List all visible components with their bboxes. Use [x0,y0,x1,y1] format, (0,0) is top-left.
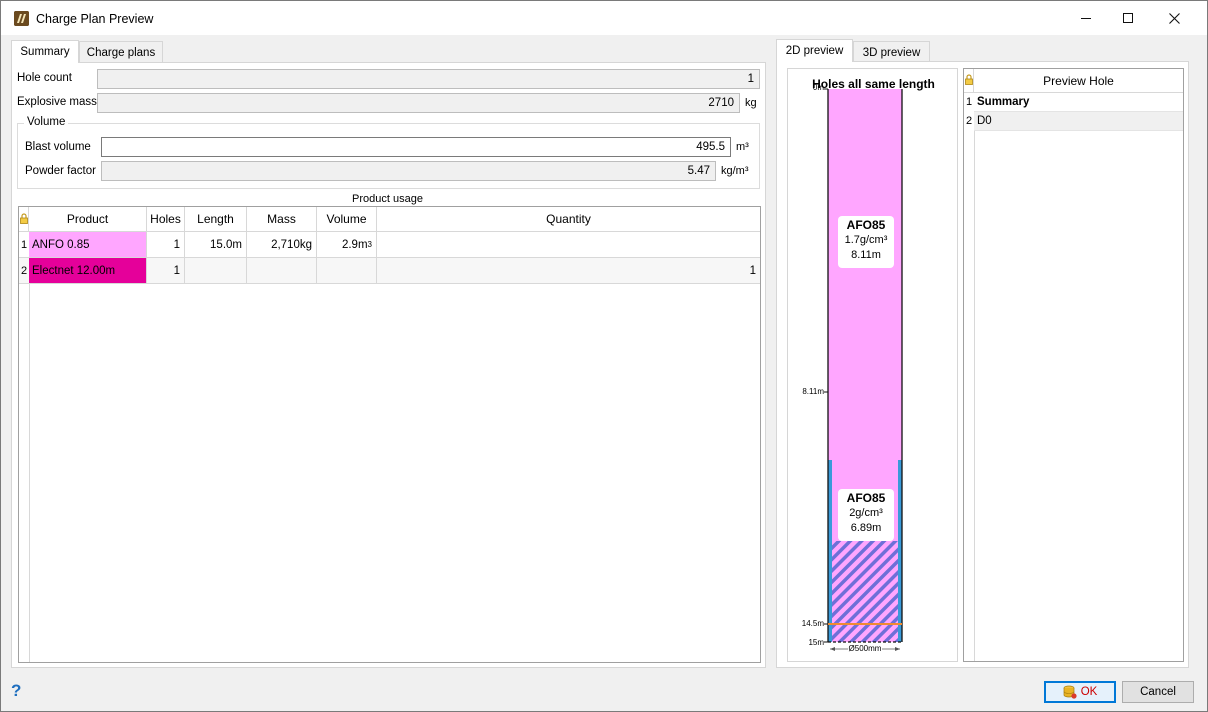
hole-diagram [824,88,903,651]
tab-2d-preview[interactable]: 2D preview [776,39,853,62]
tab-3d-preview[interactable]: 3D preview [853,41,930,63]
depth-label-top: 0m [812,83,824,92]
powder-factor-unit: kg/m³ [721,165,749,177]
maximize-button[interactable] [1105,1,1151,35]
column-header-mass[interactable]: Mass [247,207,317,232]
row-number: 2 [965,115,973,127]
powder-factor-field: 5.47 [101,161,716,181]
column-header-length[interactable]: Length [185,207,247,232]
quantity-cell[interactable]: 1 [377,258,760,284]
row-header-divider [29,284,30,662]
deck-length: 8.11m [851,249,881,261]
column-header-holes[interactable]: Holes [147,207,185,232]
preview-hole-header[interactable]: Preview Hole [974,69,1183,93]
explosive-mass-field: 2710 [97,93,740,113]
ok-button[interactable]: OK [1044,681,1116,703]
close-button[interactable] [1151,1,1197,35]
preview-hole-row-summary[interactable]: Summary [974,93,1183,112]
preview-hole-table: Preview Hole 1 Summary 2 D0 [963,68,1184,662]
length-cell[interactable]: 15.0m [185,232,247,258]
column-header-quantity[interactable]: Quantity [377,207,760,232]
deck-label-lower: AFO85 2g/cm³ 6.89m [838,489,894,541]
length-cell[interactable] [185,258,247,284]
lock-icon [965,74,973,85]
product-cell[interactable]: ANFO 0.85 [29,232,147,258]
title-bar: Charge Plan Preview [1,1,1207,35]
holes-cell[interactable]: 1 [147,258,185,284]
tab-summary-label: Summary [20,46,70,58]
product-cell[interactable]: Electnet 12.00m [29,258,147,284]
depth-label-bottom: 15m [808,638,824,647]
holes-cell[interactable]: 1 [147,232,185,258]
preview-hole-corner [964,69,974,93]
blast-volume-unit: m³ [736,141,749,153]
hole-count-field: 1 [97,69,760,89]
blast-volume-input[interactable]: 495.5 [101,137,731,157]
diameter-label: Ø500mm [847,644,883,653]
deck-density: 2g/cm³ [849,507,883,519]
lower-deck [832,541,898,642]
deck-density: 1.7g/cm³ [844,234,888,246]
volume-cell[interactable]: 2.9m 3 [317,232,377,258]
quantity-cell[interactable] [377,232,760,258]
mass-cell[interactable] [247,258,317,284]
deck-length: 6.89m [850,522,882,534]
volume-exponent: 3 [367,240,372,249]
minimize-icon [1081,18,1091,19]
database-icon [1063,685,1077,699]
minimize-button[interactable] [1063,1,1109,35]
preview-panel: Holes all same length 0m 8.11m 14.5m 15m… [776,61,1189,668]
volume-value: 2.9m [341,238,368,251]
hole-diagram-area: Holes all same length 0m 8.11m 14.5m 15m… [787,68,958,662]
cancel-button[interactable]: Cancel [1122,681,1194,703]
mass-cell[interactable]: 2,710kg [247,232,317,258]
product-usage-table: Product Holes Length Mass Volume Quantit… [18,206,761,663]
ok-label: OK [1080,686,1098,698]
row-header-divider [974,131,975,661]
summary-panel: Hole count 1 Explosive mass 2710 kg Volu… [11,62,766,668]
column-header-volume[interactable]: Volume [317,207,377,232]
column-header-product[interactable]: Product [29,207,147,232]
explosive-mass-unit: kg [745,97,757,109]
help-icon[interactable]: ? [11,682,27,700]
row-number: 1 [19,232,29,258]
row-number: 1 [965,96,973,108]
hole-count-label: Hole count [17,72,72,84]
depth-label-mid: 8.11m [802,387,824,396]
volume-group-title: Volume [24,116,69,128]
table-corner [19,207,29,232]
lock-icon [20,213,28,224]
tab-summary[interactable]: Summary [11,40,79,63]
tab-charge-plans-label: Charge plans [86,46,156,59]
row-number: 2 [19,258,29,284]
preview-hole-row-d0[interactable]: D0 [974,112,1183,131]
app-logo-icon [14,11,29,26]
close-icon [1168,12,1180,24]
tab-3d-preview-label: 3D preview [862,46,921,59]
depth-label-stem: 14.5m [801,619,824,628]
product-usage-title: Product usage [352,193,423,205]
charge-plan-preview-window: Charge Plan Preview Summary Charge plans… [0,0,1208,712]
deck-label-upper: AFO85 1.7g/cm³ 8.11m [838,216,894,268]
volume-cell[interactable] [317,258,377,284]
blast-volume-label: Blast volume [25,141,91,153]
tab-2d-preview-label: 2D preview [785,45,844,57]
powder-factor-label: Powder factor [25,165,96,177]
diameter-label-wrap: Ø500mm [828,644,902,653]
upper-deck [828,89,902,541]
window-title: Charge Plan Preview [36,12,154,26]
deck-name: AFO85 [846,218,886,232]
explosive-mass-label: Explosive mass [17,96,97,108]
deck-name: AFO85 [846,491,886,505]
maximize-icon [1123,13,1133,23]
tab-charge-plans[interactable]: Charge plans [79,41,163,63]
